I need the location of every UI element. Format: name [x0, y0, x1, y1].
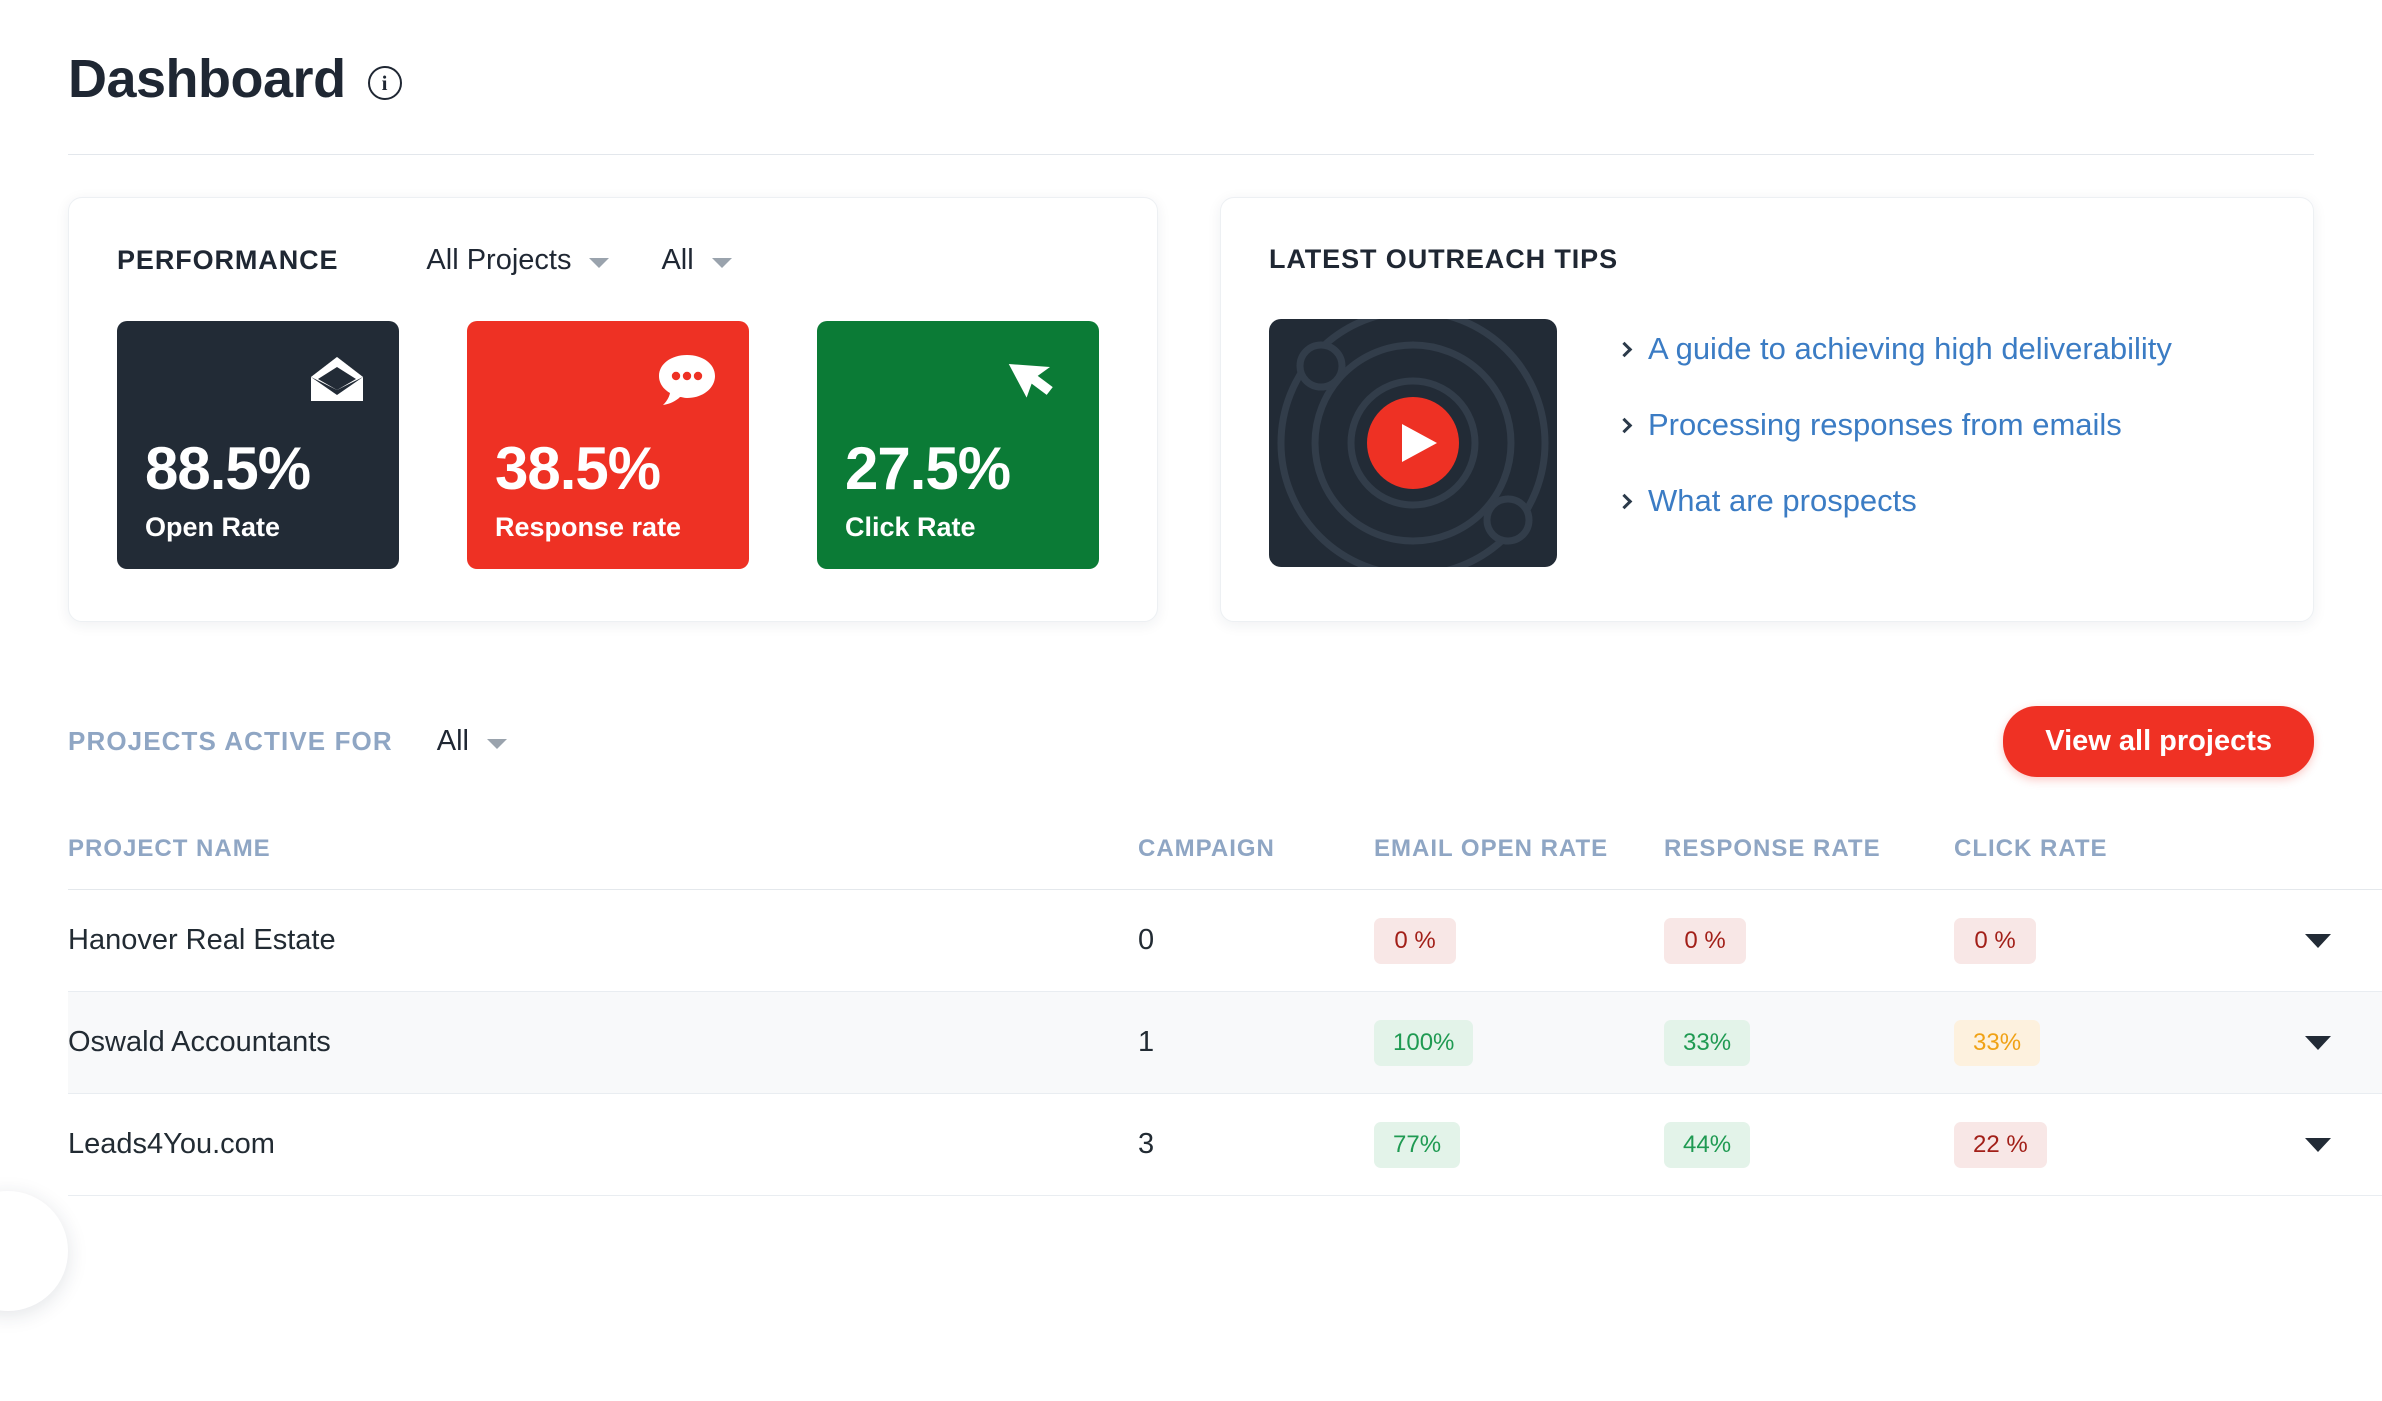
status-badge: 0 %: [1664, 918, 1746, 964]
table-row[interactable]: Leads4You.com 3 77% 44% 22 %: [68, 1094, 2382, 1196]
cell-row-actions: [2218, 992, 2382, 1094]
table-head: PROJECT NAME CAMPAIGN EMAIL OPEN RATE RE…: [68, 835, 2382, 890]
cell-email-open-rate: 77%: [1348, 1094, 1638, 1196]
chevron-right-icon: [1617, 417, 1633, 433]
chevron-down-icon: [589, 258, 609, 268]
tip-link-item[interactable]: What are prospects: [1619, 483, 2172, 519]
cell-response-rate: 44%: [1638, 1094, 1928, 1196]
period-filter-value: All: [661, 244, 693, 277]
column-header-actions: [2218, 835, 2382, 890]
cell-project-name: Oswald Accountants: [68, 992, 1078, 1094]
outreach-tips-card: LATEST OUTREACH TIPS: [1220, 197, 2314, 622]
chevron-down-icon: [712, 258, 732, 268]
status-badge: 0 %: [1954, 918, 2036, 964]
metric-value: 88.5%: [145, 437, 371, 500]
table-row[interactable]: Hanover Real Estate 0 0 % 0 % 0 %: [68, 890, 2382, 992]
projects-active-filter-dropdown[interactable]: All: [437, 725, 507, 758]
view-all-projects-button[interactable]: View all projects: [2003, 706, 2314, 777]
cursor-arrow-icon: [1005, 347, 1069, 411]
projects-active-for-label: PROJECTS ACTIVE FOR: [68, 726, 393, 757]
projects-table: PROJECT NAME CAMPAIGN EMAIL OPEN RATE RE…: [68, 835, 2382, 1196]
metric-value: 38.5%: [495, 437, 721, 500]
status-badge: 33%: [1954, 1020, 2040, 1066]
metric-value: 27.5%: [845, 437, 1071, 500]
performance-title: PERFORMANCE: [117, 245, 338, 276]
cell-email-open-rate: 100%: [1348, 992, 1638, 1094]
caret-down-icon[interactable]: [2305, 934, 2331, 948]
tips-card-header: LATEST OUTREACH TIPS: [1269, 244, 2265, 275]
status-badge: 0 %: [1374, 918, 1456, 964]
column-header-email-open-rate: EMAIL OPEN RATE: [1348, 835, 1638, 890]
metric-label: Open Rate: [145, 512, 371, 543]
performance-card-header: PERFORMANCE All Projects All: [117, 244, 1109, 277]
cell-campaign: 1: [1078, 992, 1348, 1094]
project-filter-dropdown[interactable]: All Projects: [426, 244, 609, 277]
column-header-click-rate: CLICK RATE: [1928, 835, 2218, 890]
cell-project-name: Hanover Real Estate: [68, 890, 1078, 992]
projects-toolbar: PROJECTS ACTIVE FOR All View all project…: [0, 622, 2382, 777]
chevron-right-icon: [1617, 341, 1633, 357]
metric-tile-open-rate[interactable]: 88.5% Open Rate: [117, 321, 399, 569]
cell-project-name: Leads4You.com: [68, 1094, 1078, 1196]
tip-link-item[interactable]: Processing responses from emails: [1619, 407, 2172, 443]
video-thumbnail-art: [1269, 319, 1557, 567]
floating-widget-bubble[interactable]: [0, 1191, 68, 1311]
cell-row-actions: [2218, 890, 2382, 992]
chevron-down-icon: [487, 739, 507, 749]
table-body: Hanover Real Estate 0 0 % 0 % 0 %: [68, 890, 2382, 1196]
status-badge: 33%: [1664, 1020, 1750, 1066]
column-header-response-rate: RESPONSE RATE: [1638, 835, 1928, 890]
cell-email-open-rate: 0 %: [1348, 890, 1638, 992]
tips-body: A guide to achieving high deliverability…: [1269, 319, 2265, 567]
chat-bubble-icon: [655, 347, 719, 411]
top-cards-row: PERFORMANCE All Projects All: [0, 155, 2382, 622]
caret-down-icon[interactable]: [2305, 1036, 2331, 1050]
tip-link-label: A guide to achieving high deliverability: [1648, 331, 2172, 367]
status-badge: 100%: [1374, 1020, 1473, 1066]
tip-link-label: What are prospects: [1648, 483, 1917, 519]
info-icon[interactable]: i: [368, 66, 402, 100]
column-header-project-name: PROJECT NAME: [68, 835, 1078, 890]
cell-row-actions: [2218, 1094, 2382, 1196]
projects-active-filter-value: All: [437, 725, 469, 758]
cell-response-rate: 33%: [1638, 992, 1928, 1094]
dashboard-page: Dashboard i PERFORMANCE All Projects All: [0, 0, 2382, 1401]
cell-response-rate: 0 %: [1638, 890, 1928, 992]
period-filter-dropdown[interactable]: All: [661, 244, 731, 277]
metric-tiles: 88.5% Open Rate 38.5% Response rate: [117, 321, 1109, 569]
cell-campaign: 0: [1078, 890, 1348, 992]
tips-link-list: A guide to achieving high deliverability…: [1619, 319, 2172, 519]
cell-click-rate: 0 %: [1928, 890, 2218, 992]
metric-label: Response rate: [495, 512, 721, 543]
tip-link-label: Processing responses from emails: [1648, 407, 2122, 443]
column-header-campaign: CAMPAIGN: [1078, 835, 1348, 890]
status-badge: 77%: [1374, 1122, 1460, 1168]
cell-campaign: 3: [1078, 1094, 1348, 1196]
video-thumbnail[interactable]: [1269, 319, 1557, 567]
metric-tile-click-rate[interactable]: 27.5% Click Rate: [817, 321, 1099, 569]
metric-tile-response-rate[interactable]: 38.5% Response rate: [467, 321, 749, 569]
chevron-right-icon: [1617, 493, 1633, 509]
page-header: Dashboard i: [0, 0, 2382, 110]
status-badge: 44%: [1664, 1122, 1750, 1168]
metric-label: Click Rate: [845, 512, 1071, 543]
project-filter-value: All Projects: [426, 244, 571, 277]
performance-filters: All Projects All: [426, 244, 731, 277]
tip-link-item[interactable]: A guide to achieving high deliverability: [1619, 331, 2172, 367]
status-badge: 22 %: [1954, 1122, 2047, 1168]
page-title: Dashboard: [68, 48, 346, 110]
table-header-row: PROJECT NAME CAMPAIGN EMAIL OPEN RATE RE…: [68, 835, 2382, 890]
performance-card: PERFORMANCE All Projects All: [68, 197, 1158, 622]
caret-down-icon[interactable]: [2305, 1138, 2331, 1152]
tips-title: LATEST OUTREACH TIPS: [1269, 244, 1618, 275]
cell-click-rate: 33%: [1928, 992, 2218, 1094]
projects-table-container: PROJECT NAME CAMPAIGN EMAIL OPEN RATE RE…: [0, 777, 2382, 1196]
table-row[interactable]: Oswald Accountants 1 100% 33% 33%: [68, 992, 2382, 1094]
cell-click-rate: 22 %: [1928, 1094, 2218, 1196]
open-envelope-icon: [305, 347, 369, 411]
